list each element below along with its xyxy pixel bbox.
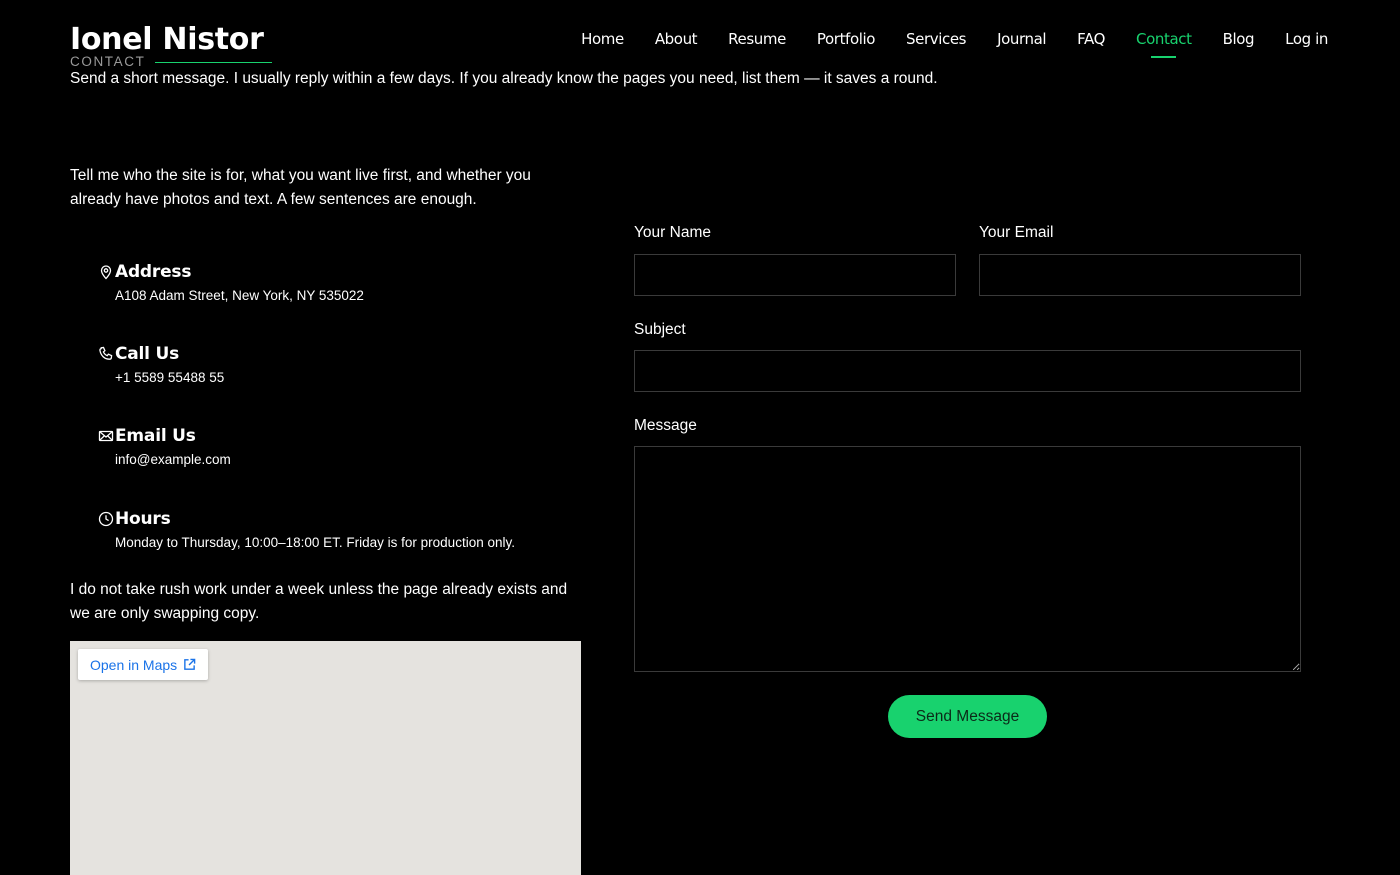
nav-login[interactable]: Log in bbox=[1285, 30, 1328, 48]
nav-blog[interactable]: Blog bbox=[1223, 30, 1255, 48]
nav-resume[interactable]: Resume bbox=[728, 30, 786, 48]
nav-about[interactable]: About bbox=[655, 30, 698, 48]
nav-faq[interactable]: FAQ bbox=[1077, 30, 1105, 48]
nav-home[interactable]: Home bbox=[581, 30, 624, 48]
section-label-text: CONTACT bbox=[70, 54, 146, 69]
open-in-maps-label: Open in Maps bbox=[90, 656, 178, 673]
phone-block: Call Us +1 5589 55488 55 bbox=[98, 344, 578, 385]
nav-services[interactable]: Services bbox=[906, 30, 966, 48]
clock-icon bbox=[98, 511, 114, 527]
contact-page: Ionel Nistor CONTACT Send a short messag… bbox=[0, 0, 1400, 875]
lead-text: Tell me who the site is for, what you wa… bbox=[70, 167, 531, 208]
email-text[interactable]: info@example.com bbox=[115, 452, 578, 467]
section-label: CONTACT bbox=[70, 54, 273, 69]
intro-text: Send a short message. I usually reply wi… bbox=[70, 70, 938, 87]
nav-contact[interactable]: Contact bbox=[1136, 30, 1192, 58]
email-label: Your Email bbox=[979, 224, 1054, 241]
phone-title: Call Us bbox=[115, 344, 180, 364]
subject-label: Subject bbox=[634, 321, 686, 338]
open-in-maps-button[interactable]: Open in Maps bbox=[78, 649, 209, 680]
email-title: Email Us bbox=[115, 426, 196, 446]
message-label: Message bbox=[634, 417, 697, 434]
phone-icon bbox=[99, 346, 113, 360]
address-title: Address bbox=[115, 262, 192, 282]
hours-title-row: Hours bbox=[98, 509, 578, 529]
nav-journal[interactable]: Journal bbox=[997, 30, 1046, 48]
address-text: A108 Adam Street, New York, NY 535022 bbox=[115, 288, 364, 303]
section-label-underline bbox=[155, 62, 273, 63]
email-title-row: Email Us bbox=[98, 426, 578, 446]
message-textarea[interactable] bbox=[634, 446, 1301, 672]
embedded-map[interactable]: Open in Maps bbox=[70, 641, 581, 875]
external-link-icon bbox=[184, 658, 196, 670]
main-nav: Home About Resume Portfolio Services Jou… bbox=[550, 30, 1328, 58]
site-logo-name[interactable]: Ionel Nistor bbox=[70, 22, 264, 57]
name-label: Your Name bbox=[634, 224, 711, 241]
nav-portfolio[interactable]: Portfolio bbox=[817, 30, 876, 48]
rush-note: I do not take rush work under a week unl… bbox=[70, 581, 568, 622]
envelope-icon bbox=[98, 430, 114, 442]
hours-title: Hours bbox=[115, 509, 171, 529]
address-block: Address A108 Adam Street, New York, NY 5… bbox=[98, 262, 578, 303]
phone-text[interactable]: +1 5589 55488 55 bbox=[115, 370, 578, 385]
send-message-button[interactable]: Send Message bbox=[888, 695, 1047, 738]
phone-title-row: Call Us bbox=[98, 344, 578, 364]
subject-input[interactable] bbox=[634, 350, 1301, 392]
name-input[interactable] bbox=[634, 254, 956, 296]
hours-block: Hours Monday to Thursday, 10:00–18:00 ET… bbox=[98, 509, 578, 550]
email-block: Email Us info@example.com bbox=[98, 426, 578, 467]
email-input[interactable] bbox=[979, 254, 1301, 296]
map-pin-icon bbox=[100, 265, 112, 280]
hours-text: Monday to Thursday, 10:00–18:00 ET. Frid… bbox=[115, 535, 515, 550]
address-title-row: Address bbox=[98, 262, 578, 282]
